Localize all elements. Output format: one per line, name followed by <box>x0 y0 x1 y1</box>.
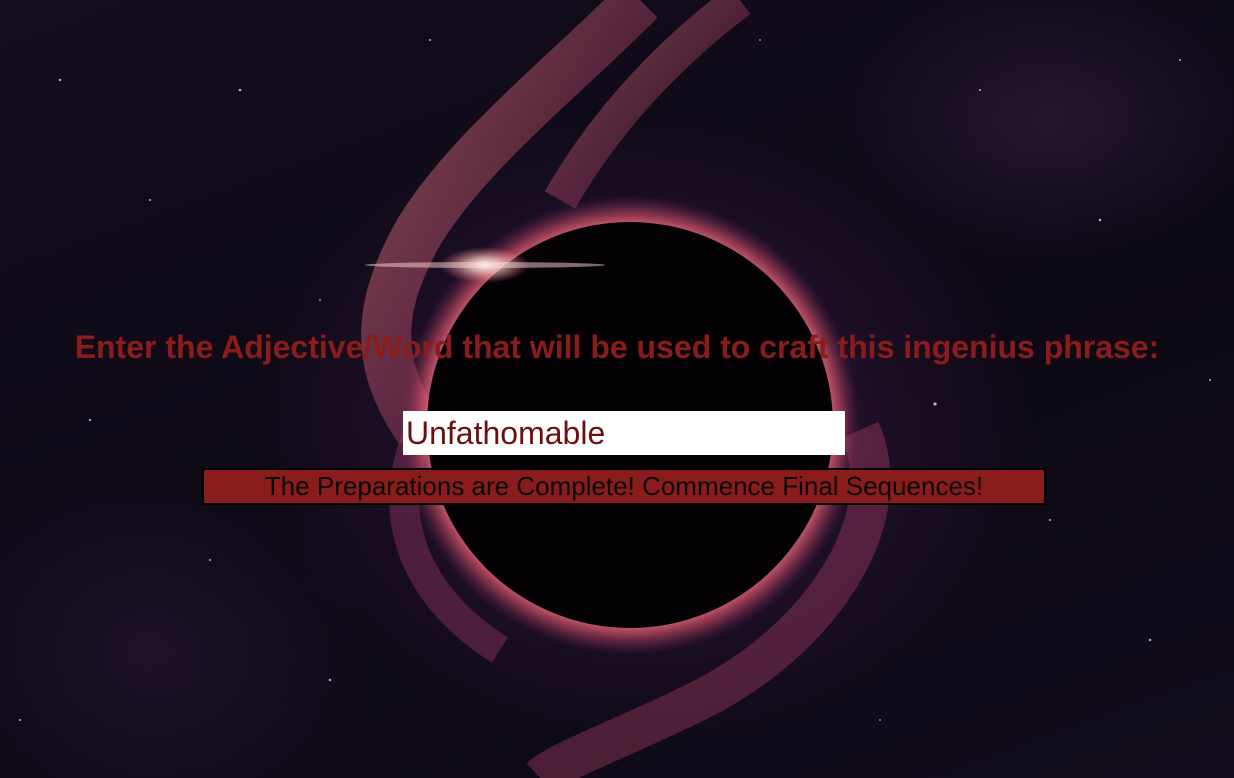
prompt-heading: Enter the Adjective/Word that will be us… <box>0 328 1234 366</box>
prompt-text: Enter the Adjective/Word that will be us… <box>74 329 1160 365</box>
space-background <box>0 0 1234 778</box>
commence-button[interactable]: The Preparations are Complete! Commence … <box>202 468 1046 505</box>
adjective-input[interactable] <box>403 411 845 455</box>
black-hole-nebula-icon <box>19 0 1211 778</box>
